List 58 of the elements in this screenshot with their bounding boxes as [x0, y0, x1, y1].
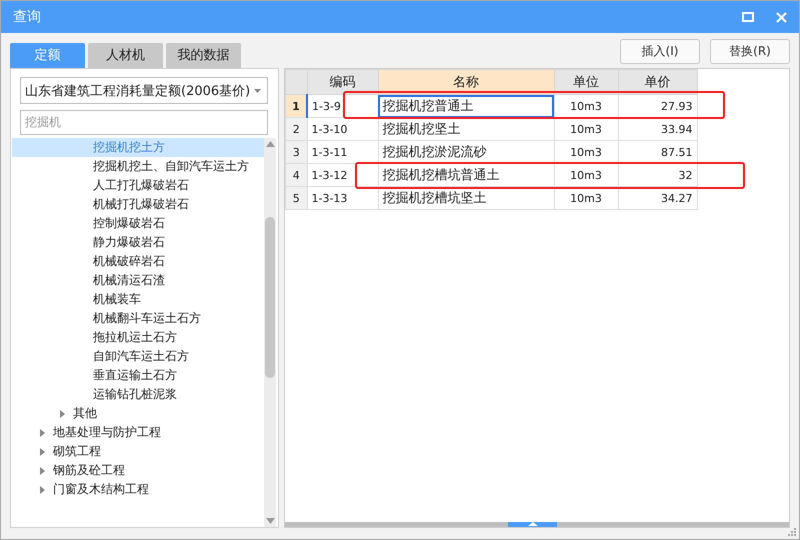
table-cell: 挖掘机挖普通土	[378, 94, 554, 118]
tab[interactable]: 人材机	[88, 43, 163, 68]
column-header[interactable]: 单价	[618, 70, 697, 94]
tree-item[interactable]: 垂直运输土石方	[12, 366, 264, 385]
tree-item[interactable]: 砌筑工程	[12, 442, 264, 461]
table-cell: 32	[618, 164, 697, 186]
table-cell: 挖掘机挖坚土	[378, 118, 554, 140]
tree-item[interactable]: 地基处理与防护工程	[12, 423, 264, 442]
scroll-down-icon[interactable]	[266, 518, 274, 524]
tree-item[interactable]: 其他	[12, 404, 264, 423]
resize-grip-icon[interactable]	[788, 528, 796, 536]
tree-item[interactable]: 机械翻斗车运土石方	[12, 309, 264, 328]
table-cell: 10m3	[554, 186, 618, 210]
table-cell: 挖掘机挖槽坑坚土	[378, 186, 554, 210]
caret-icon	[254, 88, 261, 92]
library-dropdown[interactable]: 山东省建筑工程消耗量定额(2006基价)	[20, 77, 268, 104]
row-number[interactable]: 5	[286, 186, 307, 210]
tree-item[interactable]: 拖拉机运土石方	[12, 328, 264, 347]
tree-item[interactable]: 静力爆破岩石	[12, 233, 264, 252]
table-cell: 34.27	[618, 186, 697, 210]
maximize-icon[interactable]	[742, 12, 754, 22]
table-cell: 10m3	[554, 118, 618, 140]
action-button[interactable]: 插入(I)	[620, 39, 700, 64]
tree-item[interactable]: 挖掘机挖土、自卸汽车运土方	[12, 157, 264, 176]
tree-item[interactable]: 门窗及木结构工程	[12, 480, 264, 499]
expand-icon[interactable]	[40, 428, 45, 436]
tree-item[interactable]: 控制爆破岩石	[12, 214, 264, 233]
column-header[interactable]: 名称	[378, 70, 554, 94]
tree-item[interactable]: 钢筋及砼工程	[12, 461, 264, 480]
scrollbar[interactable]	[264, 138, 276, 527]
tree-item[interactable]: 自卸汽车运土石方	[12, 347, 264, 366]
table-cell: 挖掘机挖槽坑普通土	[378, 164, 554, 186]
scroll-up-icon[interactable]	[266, 141, 274, 147]
expand-icon[interactable]	[40, 466, 45, 474]
table-cell: 1-3-13	[307, 186, 378, 210]
tab[interactable]: 我的数据	[166, 43, 241, 68]
column-header[interactable]: 编码	[307, 70, 378, 94]
table-cell: 33.94	[618, 118, 697, 140]
tree-item[interactable]: 机械装车	[12, 290, 264, 309]
table-cell: 10m3	[554, 164, 618, 186]
expand-icon[interactable]	[40, 448, 45, 456]
tree-item[interactable]: 人工打孔爆破岩石	[12, 176, 264, 195]
tree-item[interactable]: 机械破碎岩石	[12, 252, 264, 271]
expand-icon[interactable]	[40, 486, 45, 494]
table-cell: 1-3-11	[307, 140, 378, 164]
expand-icon[interactable]	[60, 410, 65, 418]
scrollbar[interactable]	[285, 522, 789, 527]
row-number[interactable]: 2	[286, 118, 307, 140]
action-button[interactable]: 替换(R)	[710, 39, 790, 64]
table-cell: 1-3-10	[307, 118, 378, 140]
column-header[interactable]: 单位	[554, 70, 618, 94]
tree-item[interactable]: 机械清运石渣	[12, 271, 264, 290]
window-title: 查询	[13, 8, 42, 26]
row-number[interactable]: 3	[286, 140, 307, 164]
tree-item[interactable]: 运输钻孔桩泥浆	[12, 385, 264, 404]
close-icon[interactable]	[776, 12, 787, 22]
table-cell: 1-3-12	[307, 164, 378, 186]
tree-item[interactable]: 机械打孔爆破岩石	[12, 195, 264, 214]
